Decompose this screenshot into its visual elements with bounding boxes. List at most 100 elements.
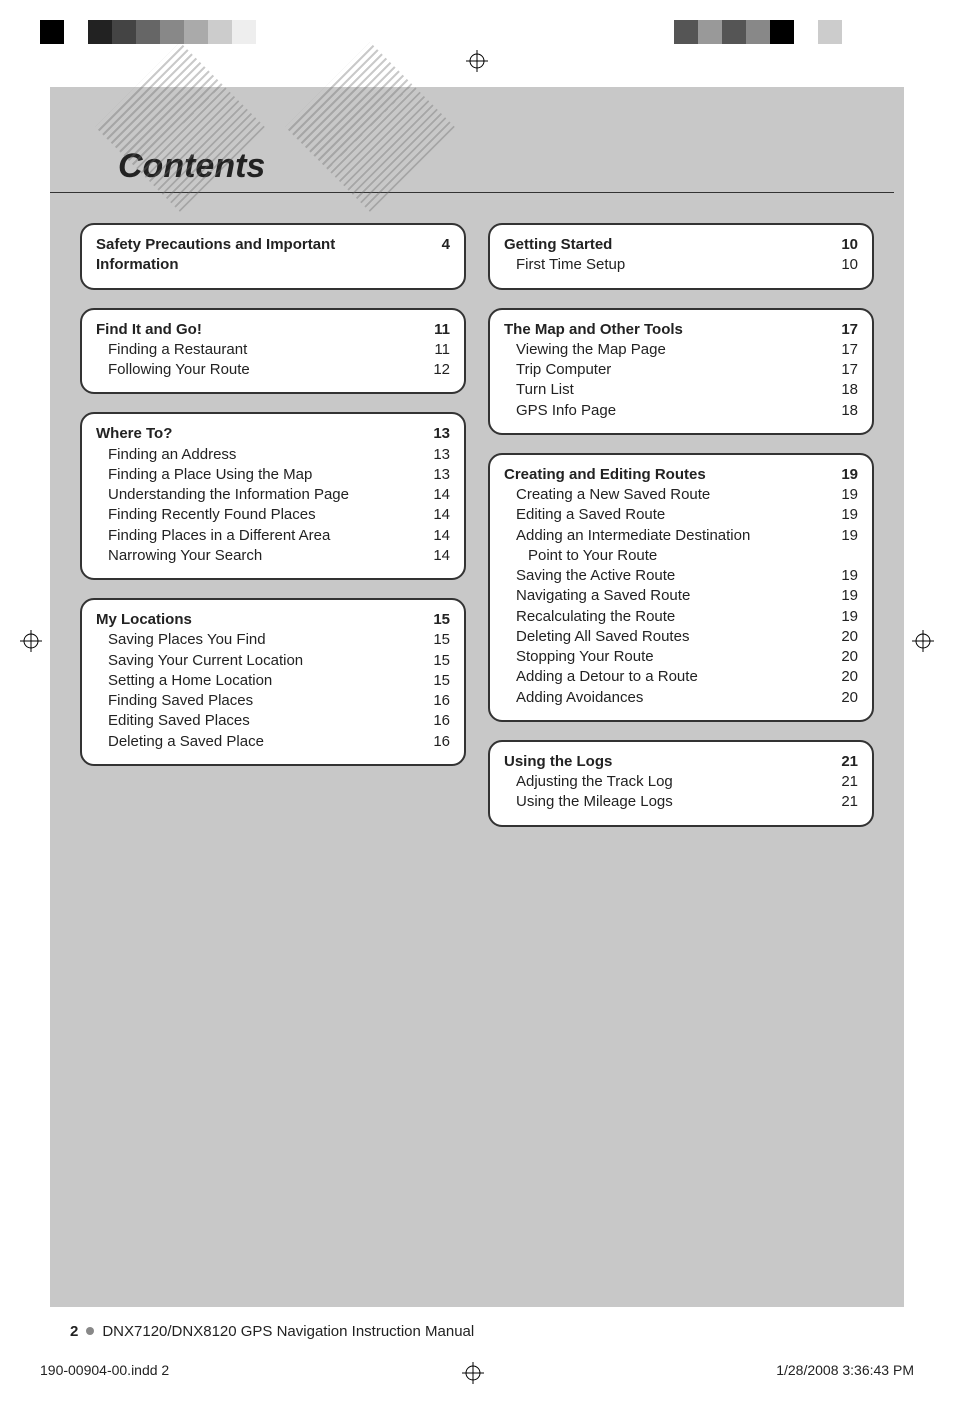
toc-entry-page: 19 (828, 485, 858, 505)
toc-entry-page: 20 (828, 688, 858, 708)
color-swatch (626, 20, 650, 44)
toc-entry-text: Finding Recently Found Places (96, 505, 316, 525)
toc-entry-text: Finding a Place Using the Map (96, 465, 312, 485)
toc-entry-text: Setting a Home Location (96, 671, 272, 691)
toc-entry: Editing Saved Places16 (96, 711, 450, 731)
color-swatch (818, 20, 842, 44)
color-swatch (40, 20, 64, 44)
toc-column-left: Safety Precautions and Important Informa… (80, 223, 466, 827)
color-swatch (698, 20, 722, 44)
toc-heading: Safety Precautions and Important Informa… (96, 235, 450, 276)
toc-entry: Finding a Place Using the Map13 (96, 465, 450, 485)
toc-entry-page: 19 (828, 586, 858, 606)
toc-entry-page: 12 (420, 360, 450, 380)
color-swatch (794, 20, 818, 44)
toc-section: The Map and Other Tools17Viewing the Map… (488, 308, 874, 435)
toc-entry-text: Saving Places You Find (96, 630, 266, 650)
toc-section: Creating and Editing Routes19Creating a … (488, 453, 874, 722)
toc-entry-text: Viewing the Map Page (504, 340, 666, 360)
toc-heading: My Locations15 (96, 610, 450, 630)
toc-entry-text: Understanding the Information Page (96, 485, 349, 505)
toc-entry-page: 14 (420, 546, 450, 566)
toc-section: Getting Started10First Time Setup10 (488, 223, 874, 290)
toc-entry: Trip Computer 17 (504, 360, 858, 380)
toc-entry: Viewing the Map Page 17 (504, 340, 858, 360)
toc-section: Using the Logs 21Adjusting the Track Log2… (488, 740, 874, 827)
toc-entry-page: 17 (828, 340, 858, 360)
color-swatch (866, 20, 890, 44)
toc-entry: Finding an Address 13 (96, 445, 450, 465)
toc-entry-text: Turn List (504, 380, 574, 400)
color-swatch (890, 20, 914, 44)
page-number: 2 (70, 1323, 78, 1340)
color-swatch (160, 20, 184, 44)
toc-entry: Saving Your Current Location 15 (96, 651, 450, 671)
toc-entry-text: Editing Saved Places (96, 711, 250, 731)
toc-entry: Adding an Intermediate Destination19 (504, 526, 858, 546)
color-swatch (746, 20, 770, 44)
toc-entry-page: 18 (828, 380, 858, 400)
color-swatch (304, 20, 328, 44)
toc-entry-page: 16 (420, 732, 450, 752)
toc-entry: Stopping Your Route20 (504, 647, 858, 667)
toc-column-right: Getting Started10First Time Setup10 The M… (488, 223, 874, 827)
toc-entry-text: Saving Your Current Location (96, 651, 303, 671)
toc-entry-continuation: Point to Your Route (504, 546, 858, 566)
toc-entry-text: Narrowing Your Search (96, 546, 262, 566)
toc-entry-page: 19 (828, 566, 858, 586)
toc-heading: Find It and Go!11 (96, 320, 450, 340)
toc-heading-text: Creating and Editing Routes (504, 465, 706, 485)
color-swatch (112, 20, 136, 44)
toc-entry-text: Finding a Restaurant (96, 340, 247, 360)
toc-heading-page: 21 (828, 752, 858, 772)
toc-heading-text: Getting Started (504, 235, 612, 255)
toc-section: Safety Precautions and Important Informa… (80, 223, 466, 290)
toc-entry: Creating a New Saved Route19 (504, 485, 858, 505)
toc-entry: Adding a Detour to a Route 20 (504, 667, 858, 687)
color-swatch (88, 20, 112, 44)
toc-entry: GPS Info Page18 (504, 401, 858, 421)
toc-entry: Understanding the Information Page14 (96, 485, 450, 505)
toc-entry-text: Navigating a Saved Route (504, 586, 690, 606)
toc-heading: Creating and Editing Routes19 (504, 465, 858, 485)
toc-heading-page: 4 (420, 235, 450, 276)
page: Contents Safety Precautions and Importan… (0, 0, 954, 1404)
toc-entry-page: 20 (828, 667, 858, 687)
toc-entry-page: 21 (828, 772, 858, 792)
toc-entry-text: Adding a Detour to a Route (504, 667, 698, 687)
toc-entry-page: 20 (828, 627, 858, 647)
registration-mark-top (0, 50, 954, 77)
toc-entry-page: 13 (420, 445, 450, 465)
toc-entry-text: GPS Info Page (504, 401, 616, 421)
toc-entry: Recalculating the Route19 (504, 607, 858, 627)
toc-heading-text: Where To? (96, 424, 172, 444)
toc-entry-page: 17 (828, 360, 858, 380)
toc-section: Find It and Go!11Finding a Restaurant11F… (80, 308, 466, 395)
toc-heading-text: Using the Logs (504, 752, 612, 772)
color-swatch (650, 20, 674, 44)
toc-entry-text: Following Your Route (96, 360, 250, 380)
toc-entry: Using the Mileage Logs21 (504, 792, 858, 812)
content-area: Contents Safety Precautions and Importan… (50, 87, 904, 1307)
toc-entry-page: 14 (420, 526, 450, 546)
registration-mark-right (912, 630, 934, 652)
toc-entry-page: 16 (420, 691, 450, 711)
slug-file: 190-00904-00.indd 2 (40, 1362, 169, 1384)
toc-entry-text: Trip Computer (504, 360, 611, 380)
manual-title: DNX7120/DNX8120 GPS Navigation Instructi… (102, 1323, 474, 1340)
toc-entry-text: Adding Avoidances (504, 688, 643, 708)
toc-entry: Editing a Saved Route19 (504, 505, 858, 525)
toc-entry-page: 15 (420, 651, 450, 671)
toc-entry-page: 15 (420, 630, 450, 650)
toc-entry: Narrowing Your Search 14 (96, 546, 450, 566)
toc-heading-text: Find It and Go! (96, 320, 202, 340)
toc-entry-text: Finding an Address (96, 445, 236, 465)
toc-entry-text: First Time Setup (504, 255, 625, 275)
toc-heading: The Map and Other Tools17 (504, 320, 858, 340)
color-swatch (770, 20, 794, 44)
slug-timestamp: 1/28/2008 3:36:43 PM (776, 1362, 914, 1384)
toc-entry: Finding a Restaurant11 (96, 340, 450, 360)
color-swatch (842, 20, 866, 44)
toc-section: My Locations15Saving Places You Find15Sa… (80, 598, 466, 766)
toc-entry: Adjusting the Track Log21 (504, 772, 858, 792)
